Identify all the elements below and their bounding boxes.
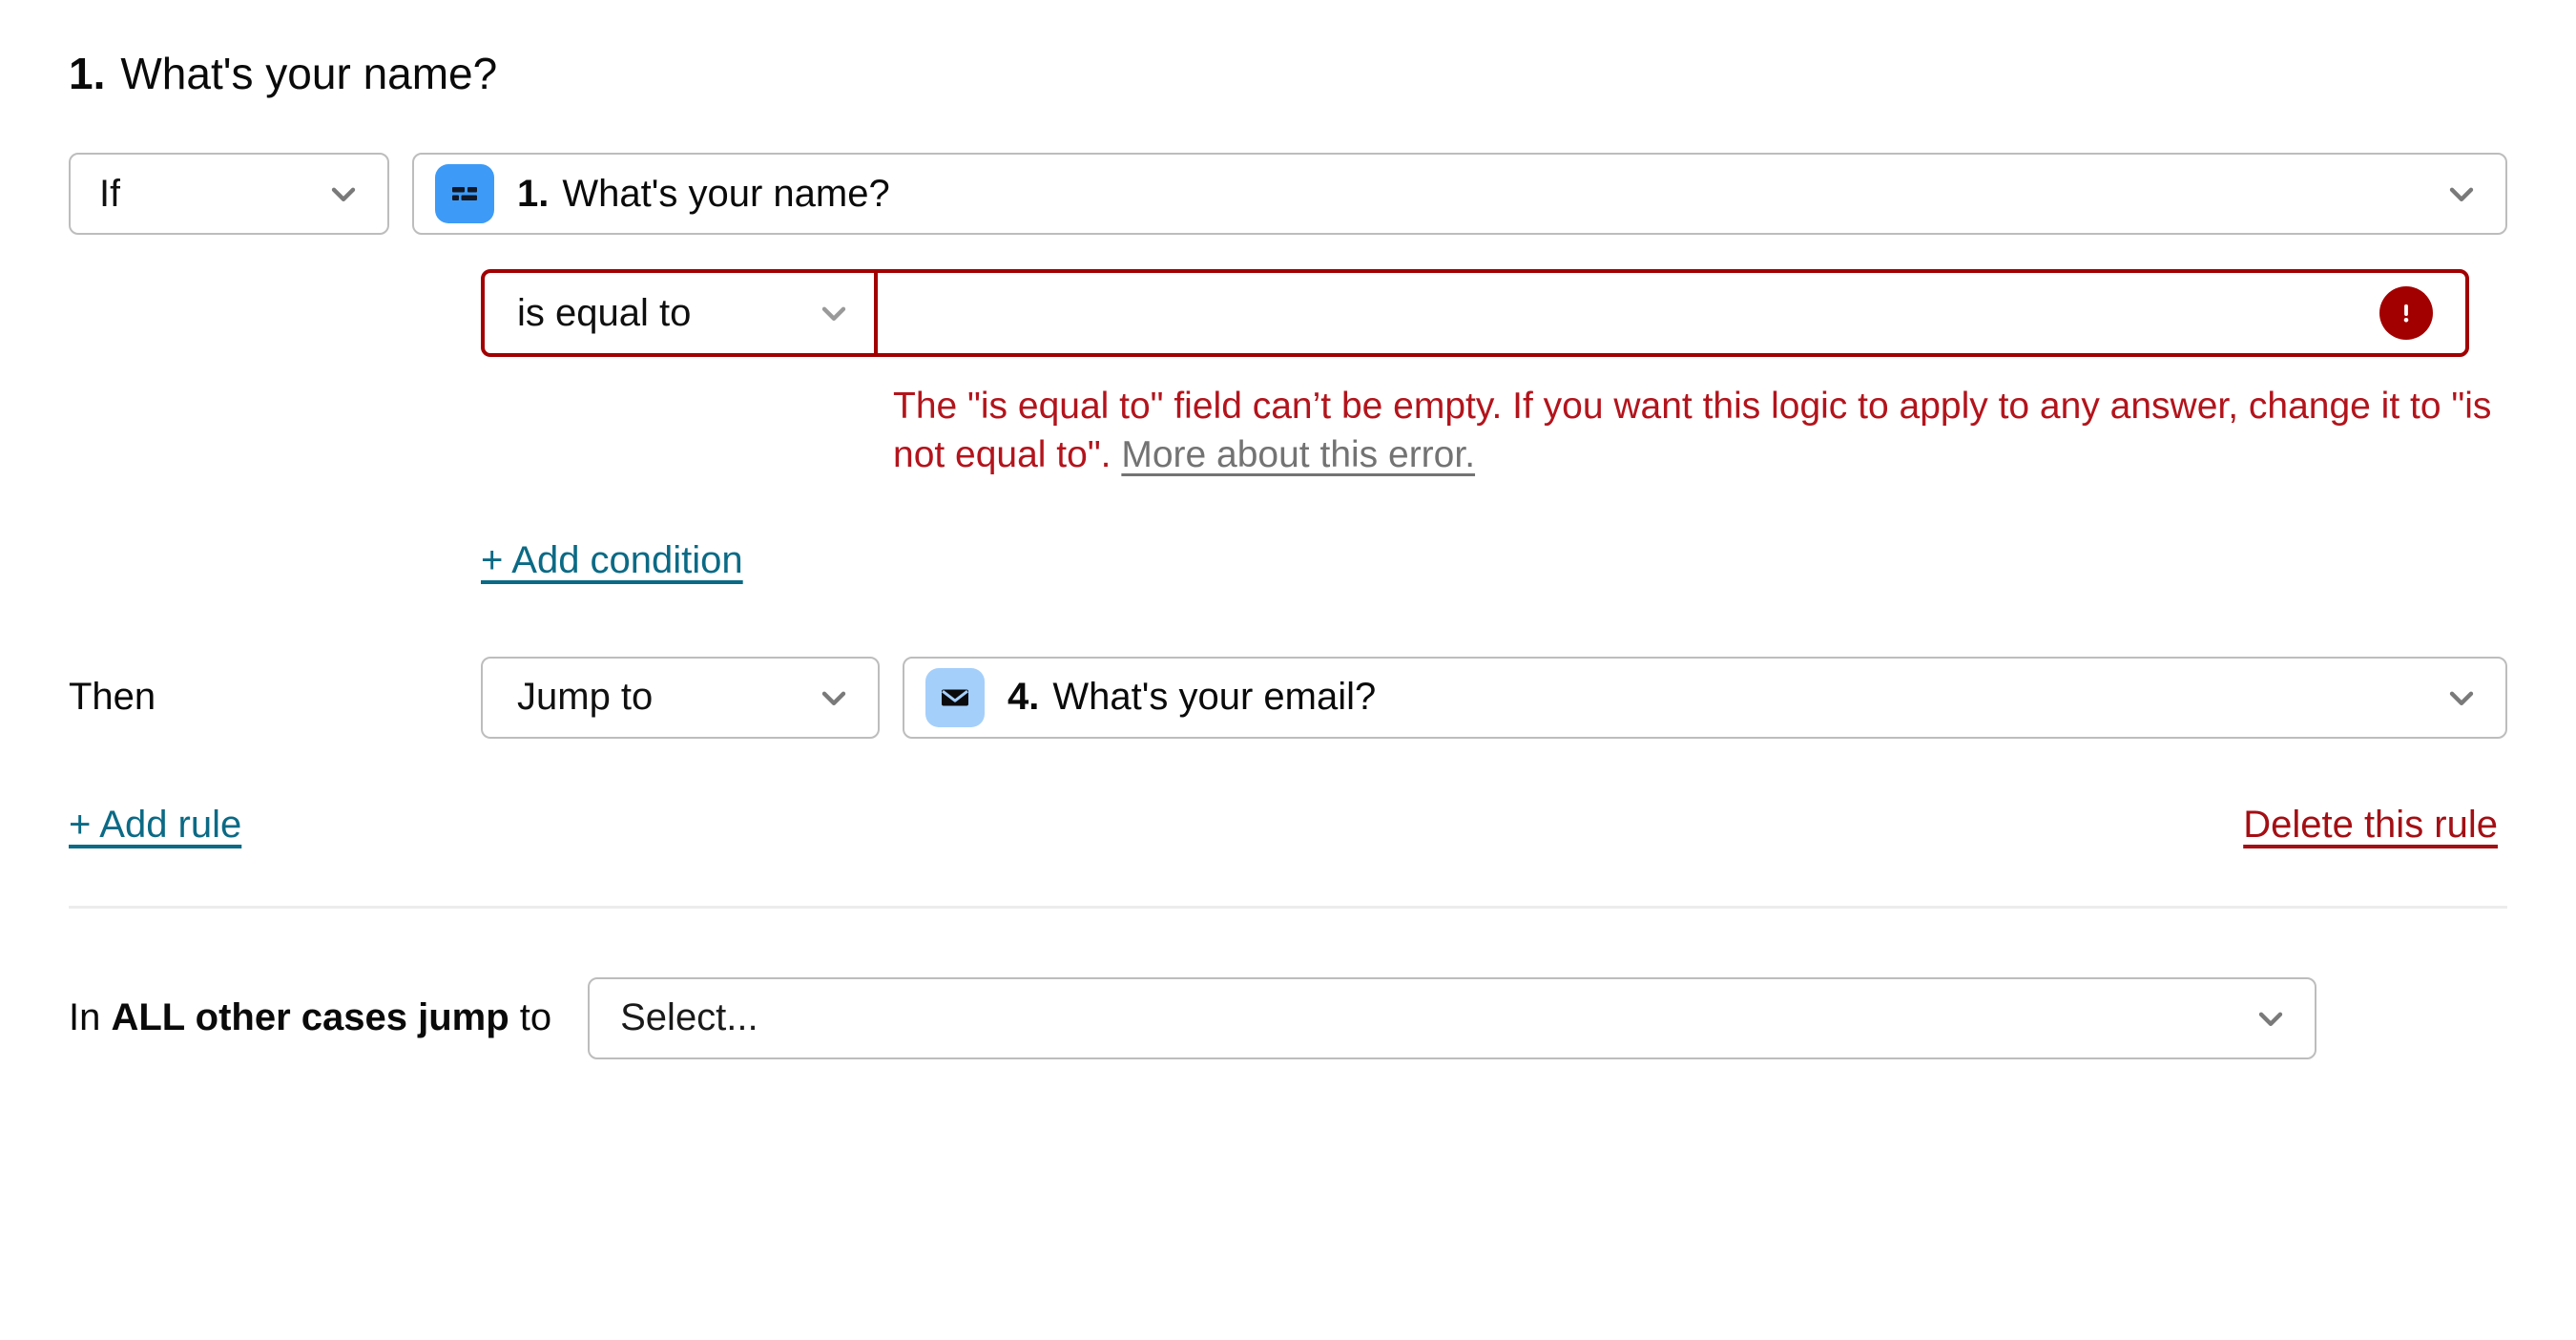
then-target-select[interactable]: 4. What's your email? bbox=[903, 656, 2507, 739]
delete-rule-link[interactable]: Delete this rule bbox=[2243, 804, 2498, 847]
fallback-label-suffix: to bbox=[509, 996, 552, 1039]
condition-row: is equal to bbox=[481, 269, 2469, 357]
fallback-target-value: Select... bbox=[620, 996, 758, 1039]
if-question-select-content: 1. What's your name? bbox=[435, 164, 890, 223]
fallback-label: In ALL other cases jump to bbox=[69, 996, 551, 1039]
if-condition-select-value: If bbox=[99, 172, 121, 215]
if-question-number: 1. bbox=[517, 172, 550, 215]
if-condition-select[interactable]: If bbox=[69, 153, 389, 235]
add-condition-wrapper: + Add condition bbox=[69, 539, 2507, 582]
rule-footer: + Add rule Delete this rule bbox=[69, 804, 2507, 847]
add-condition-link[interactable]: + Add condition bbox=[481, 539, 743, 582]
page-title-text: What's your name? bbox=[120, 49, 498, 98]
short-text-icon bbox=[435, 164, 494, 223]
then-target-text: What's your email? bbox=[1052, 676, 1377, 719]
condition-wrapper: is equal to The "is equal to" field can’… bbox=[69, 269, 2507, 480]
then-action-value: Jump to bbox=[517, 676, 654, 719]
if-question-text: What's your name? bbox=[562, 172, 890, 215]
chevron-down-icon bbox=[2252, 999, 2290, 1037]
chevron-down-icon bbox=[815, 294, 853, 332]
add-rule-link[interactable]: + Add rule bbox=[69, 804, 241, 847]
if-question-label: 1. What's your name? bbox=[517, 173, 890, 216]
page-title: 1. What's your name? bbox=[69, 0, 2507, 95]
fallback-label-prefix: In bbox=[69, 996, 112, 1039]
section-divider bbox=[69, 905, 2507, 909]
if-question-select[interactable]: 1. What's your name? bbox=[412, 153, 2507, 235]
chevron-down-icon bbox=[2442, 679, 2481, 717]
condition-operator-value: is equal to bbox=[517, 291, 692, 334]
then-row: Then Jump to 4. What's your email? bbox=[69, 656, 2507, 739]
error-exclamation-icon bbox=[2379, 286, 2433, 340]
condition-value-field[interactable] bbox=[878, 273, 2465, 353]
page-title-number: 1. bbox=[69, 49, 106, 98]
then-target-label: 4. What's your email? bbox=[1008, 676, 1376, 719]
fallback-label-bold: ALL other cases jump bbox=[111, 996, 509, 1039]
if-row: If 1. What's your name? bbox=[69, 153, 2507, 235]
chevron-down-icon bbox=[2442, 175, 2481, 213]
then-target-number: 4. bbox=[1008, 676, 1040, 719]
fallback-row: In ALL other cases jump to Select... bbox=[69, 976, 2507, 1059]
then-target-content: 4. What's your email? bbox=[925, 667, 1376, 727]
chevron-down-icon bbox=[324, 175, 363, 213]
then-label: Then bbox=[69, 676, 156, 719]
condition-error-message: The "is equal to" field can’t be empty. … bbox=[481, 382, 2507, 480]
fallback-target-select[interactable]: Select... bbox=[588, 976, 2317, 1059]
condition-value-input[interactable] bbox=[903, 273, 2360, 353]
logic-rule-editor: 1. What's your name? If 1. What's your n… bbox=[0, 0, 2576, 1340]
more-about-error-link[interactable]: More about this error. bbox=[1121, 434, 1475, 475]
email-icon bbox=[925, 667, 985, 727]
condition-operator-select[interactable]: is equal to bbox=[485, 273, 878, 353]
then-action-select[interactable]: Jump to bbox=[481, 656, 880, 739]
chevron-down-icon bbox=[815, 679, 853, 717]
